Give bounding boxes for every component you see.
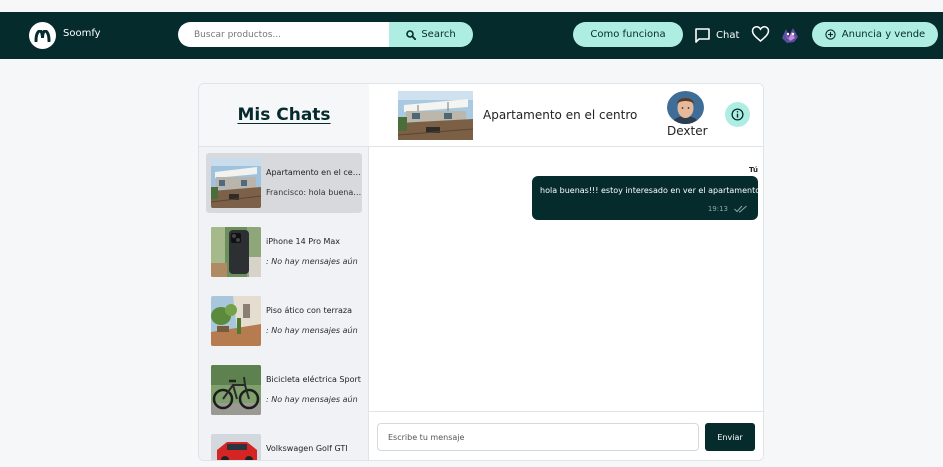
- bicycle-thumbnail: [211, 365, 261, 415]
- chat-link[interactable]: Chat: [694, 25, 739, 45]
- listing-thumbnail[interactable]: [398, 91, 473, 140]
- message-bubble: hola buenas!!! estoy interesado en ver e…: [532, 176, 761, 220]
- chat-list-item[interactable]: Apartamento en el centro Francisco: hola…: [206, 153, 362, 213]
- chat-list-sidebar[interactable]: Mis Chats Apartamento en el centro Franc…: [199, 84, 369, 460]
- chat-list-item[interactable]: iPhone 14 Pro Max : No hay mensajes aún: [206, 222, 362, 282]
- user-avatar-icon[interactable]: [779, 24, 801, 46]
- top-navbar: Soomfy Search Como funciona Chat Anuncia…: [0, 12, 943, 59]
- chat-link-label: Chat: [716, 29, 740, 41]
- sidebar-title: Mis Chats: [237, 105, 331, 125]
- double-check-icon: [734, 205, 747, 213]
- favorites-heart-icon[interactable]: [751, 25, 770, 43]
- info-icon: [731, 108, 744, 121]
- chat-item-last-message: Francisco: hola buenas!!! estoy interesa…: [266, 188, 362, 197]
- apartment-thumbnail: [211, 158, 261, 208]
- plus-circle-icon: [825, 29, 836, 40]
- conversation-header: Apartamento en el centro Dexter: [369, 84, 763, 147]
- chat-item-last-message: : No hay mensajes aún: [266, 257, 358, 266]
- message-sender: Tú: [749, 166, 758, 174]
- search-input[interactable]: [178, 22, 389, 47]
- how-it-works-label: Como funciona: [590, 29, 666, 40]
- message-input[interactable]: [377, 423, 699, 451]
- search-button-label: Search: [421, 29, 456, 40]
- search-icon: [406, 29, 417, 40]
- post-ad-label: Anuncia y vende: [841, 29, 926, 40]
- chat-item-last-message: : No hay mensajes aún: [266, 326, 358, 335]
- chat-item-title: Volkswagen Golf GTI: [266, 444, 348, 453]
- brand-name[interactable]: Soomfy: [63, 28, 101, 39]
- terrace-thumbnail: [211, 296, 261, 346]
- logo-icon: [34, 29, 51, 42]
- conversation-pane: Apartamento en el centro Dexter Tú hola …: [369, 84, 763, 460]
- car-thumbnail: [211, 434, 261, 460]
- message-text: hola buenas!!! estoy interesado en ver e…: [540, 186, 761, 195]
- chat-item-title: Piso ático con terraza: [266, 306, 352, 315]
- chat-panel: Mis Chats Apartamento en el centro Franc…: [198, 83, 764, 461]
- chat-item-title: Apartamento en el centro: [266, 168, 362, 177]
- message-composer: Enviar: [369, 411, 763, 460]
- how-it-works-button[interactable]: Como funciona: [573, 22, 683, 47]
- brand-logo[interactable]: [29, 22, 56, 49]
- chat-list-item[interactable]: Piso ático con terraza : No hay mensajes…: [206, 291, 362, 351]
- send-button-label: Enviar: [717, 432, 743, 442]
- post-ad-button[interactable]: Anuncia y vende: [812, 22, 938, 47]
- conversation-title: Apartamento en el centro: [483, 108, 638, 122]
- chat-list-item[interactable]: Bicicleta eléctrica Sport : No hay mensa…: [206, 360, 362, 420]
- message-time: 19:13: [707, 205, 728, 213]
- message-list[interactable]: Tú hola buenas!!! estoy interesado en ve…: [369, 147, 763, 411]
- chat-item-title: Bicicleta eléctrica Sport: [266, 375, 361, 384]
- chat-item-title: iPhone 14 Pro Max: [266, 237, 341, 246]
- contact-name: Dexter: [667, 124, 708, 138]
- contact-avatar[interactable]: [667, 91, 704, 124]
- info-button[interactable]: [725, 102, 750, 127]
- chat-list-item[interactable]: Volkswagen Golf GTI: [206, 429, 362, 460]
- search-button[interactable]: Search: [389, 22, 473, 47]
- chat-item-last-message: : No hay mensajes aún: [266, 395, 358, 404]
- send-button[interactable]: Enviar: [705, 423, 755, 451]
- chat-bubble-icon: [695, 27, 710, 43]
- sidebar-header: Mis Chats: [199, 84, 369, 147]
- iphone-thumbnail: [211, 227, 261, 277]
